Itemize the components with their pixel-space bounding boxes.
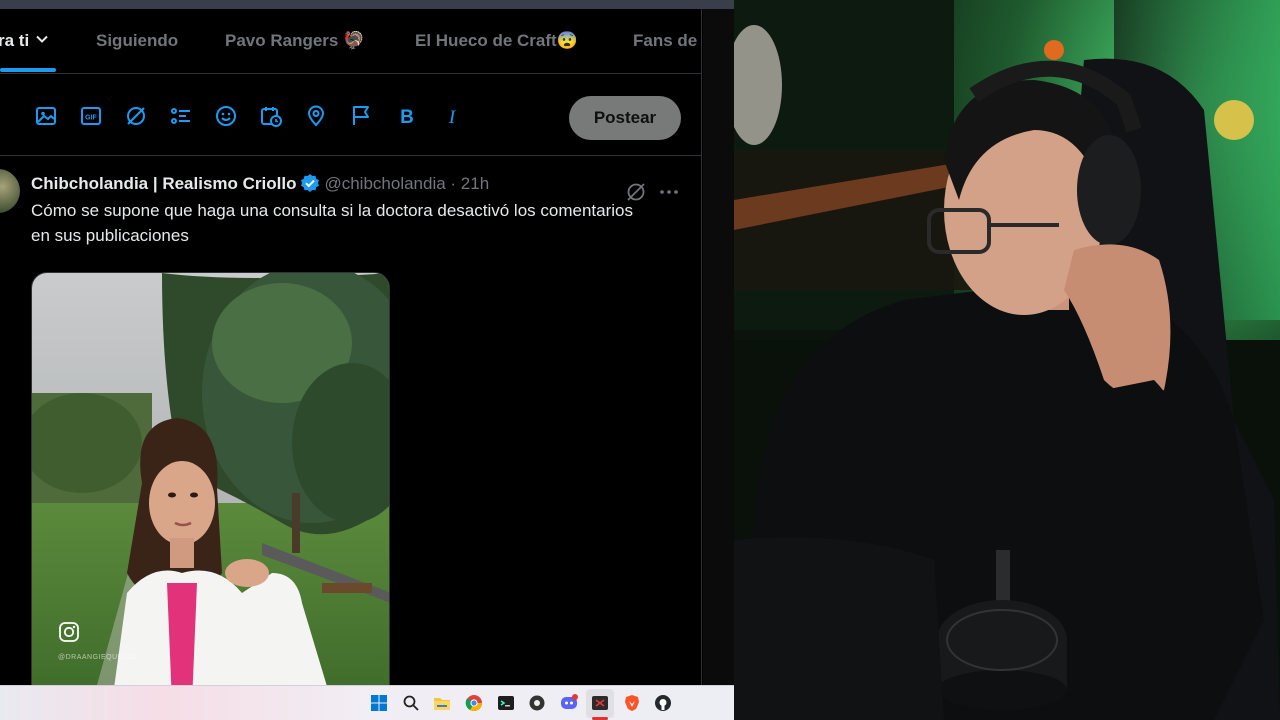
tab-para-ti[interactable]: ra ti: [0, 9, 52, 74]
bold-icon[interactable]: B: [395, 104, 419, 128]
verified-badge-icon: [300, 173, 320, 193]
author-name[interactable]: Chibcholandia | Realismo Criollo: [31, 174, 296, 193]
app-icon[interactable]: [528, 694, 546, 712]
svg-text:B: B: [400, 107, 414, 128]
emoji-icon[interactable]: [214, 104, 238, 128]
active-tab-underline: [0, 68, 56, 72]
location-icon[interactable]: [304, 104, 328, 128]
tab-label: Siguiendo: [96, 31, 179, 50]
media-credit: @DRAANGIEQUELUZ: [58, 654, 138, 661]
search-icon[interactable]: [402, 694, 420, 712]
browser-chrome: [0, 0, 734, 9]
poll-icon[interactable]: [169, 104, 193, 128]
obs-icon[interactable]: [591, 694, 609, 712]
tweet[interactable]: Chibcholandia | Realismo Criollo @chibcho…: [0, 157, 701, 685]
compose-toolbar: GIF B I Postear: [0, 74, 701, 156]
github-icon[interactable]: [654, 694, 672, 712]
svg-text:I: I: [448, 107, 457, 128]
more-options-icon[interactable]: [657, 180, 681, 204]
tab-pavo-rangers[interactable]: Pavo Rangers 🦃: [225, 9, 364, 74]
svg-text:GIF: GIF: [85, 115, 97, 122]
webcam-feed: [734, 0, 1280, 720]
tweet-video[interactable]: [31, 272, 390, 685]
tab-label: El Hueco de Craft: [415, 31, 557, 50]
schedule-icon[interactable]: [259, 104, 283, 128]
tab-el-hueco-de-craft[interactable]: El Hueco de Craft😨: [415, 9, 578, 74]
discord-icon[interactable]: [560, 694, 578, 712]
scrollbar[interactable]: [703, 9, 734, 685]
fearful-emoji-icon: 😨: [556, 31, 578, 50]
browser-window: ra ti Siguiendo Pavo Rangers 🦃 El Hueco …: [0, 0, 734, 720]
windows-taskbar: [0, 685, 734, 720]
tab-siguiendo[interactable]: Siguiendo: [96, 9, 178, 74]
grok-icon[interactable]: [124, 104, 148, 128]
tweet-text: Cómo se supone que haga una consulta si …: [31, 201, 633, 245]
flag-icon[interactable]: [349, 104, 373, 128]
instagram-icon: [58, 621, 80, 643]
timeline-tabs: ra ti Siguiendo Pavo Rangers 🦃 El Hueco …: [0, 9, 701, 74]
tab-label: Pavo Rangers: [225, 31, 339, 50]
x-feed: ra ti Siguiendo Pavo Rangers 🦃 El Hueco …: [0, 9, 702, 685]
italic-icon[interactable]: I: [440, 104, 464, 128]
file-explorer-icon[interactable]: [433, 694, 451, 712]
tweet-header: Chibcholandia | Realismo Criollo @chibcho…: [31, 173, 489, 195]
terminal-icon[interactable]: [497, 694, 515, 712]
avatar[interactable]: [0, 169, 20, 213]
turkey-emoji-icon: 🦃: [343, 31, 365, 50]
windows-start-icon[interactable]: [370, 694, 388, 712]
gif-icon[interactable]: GIF: [79, 104, 103, 128]
brave-icon[interactable]: [623, 694, 641, 712]
chevron-down-icon: [34, 10, 52, 74]
tab-label: Fans de: [633, 31, 698, 50]
tab-label: ra ti: [0, 31, 30, 50]
image-icon[interactable]: [34, 104, 58, 128]
post-button[interactable]: Postear: [569, 96, 681, 140]
chrome-icon[interactable]: [465, 694, 483, 712]
tab-fans-de[interactable]: Fans de: [633, 9, 697, 74]
author-handle-time[interactable]: @chibcholandia · 21h: [324, 174, 489, 193]
